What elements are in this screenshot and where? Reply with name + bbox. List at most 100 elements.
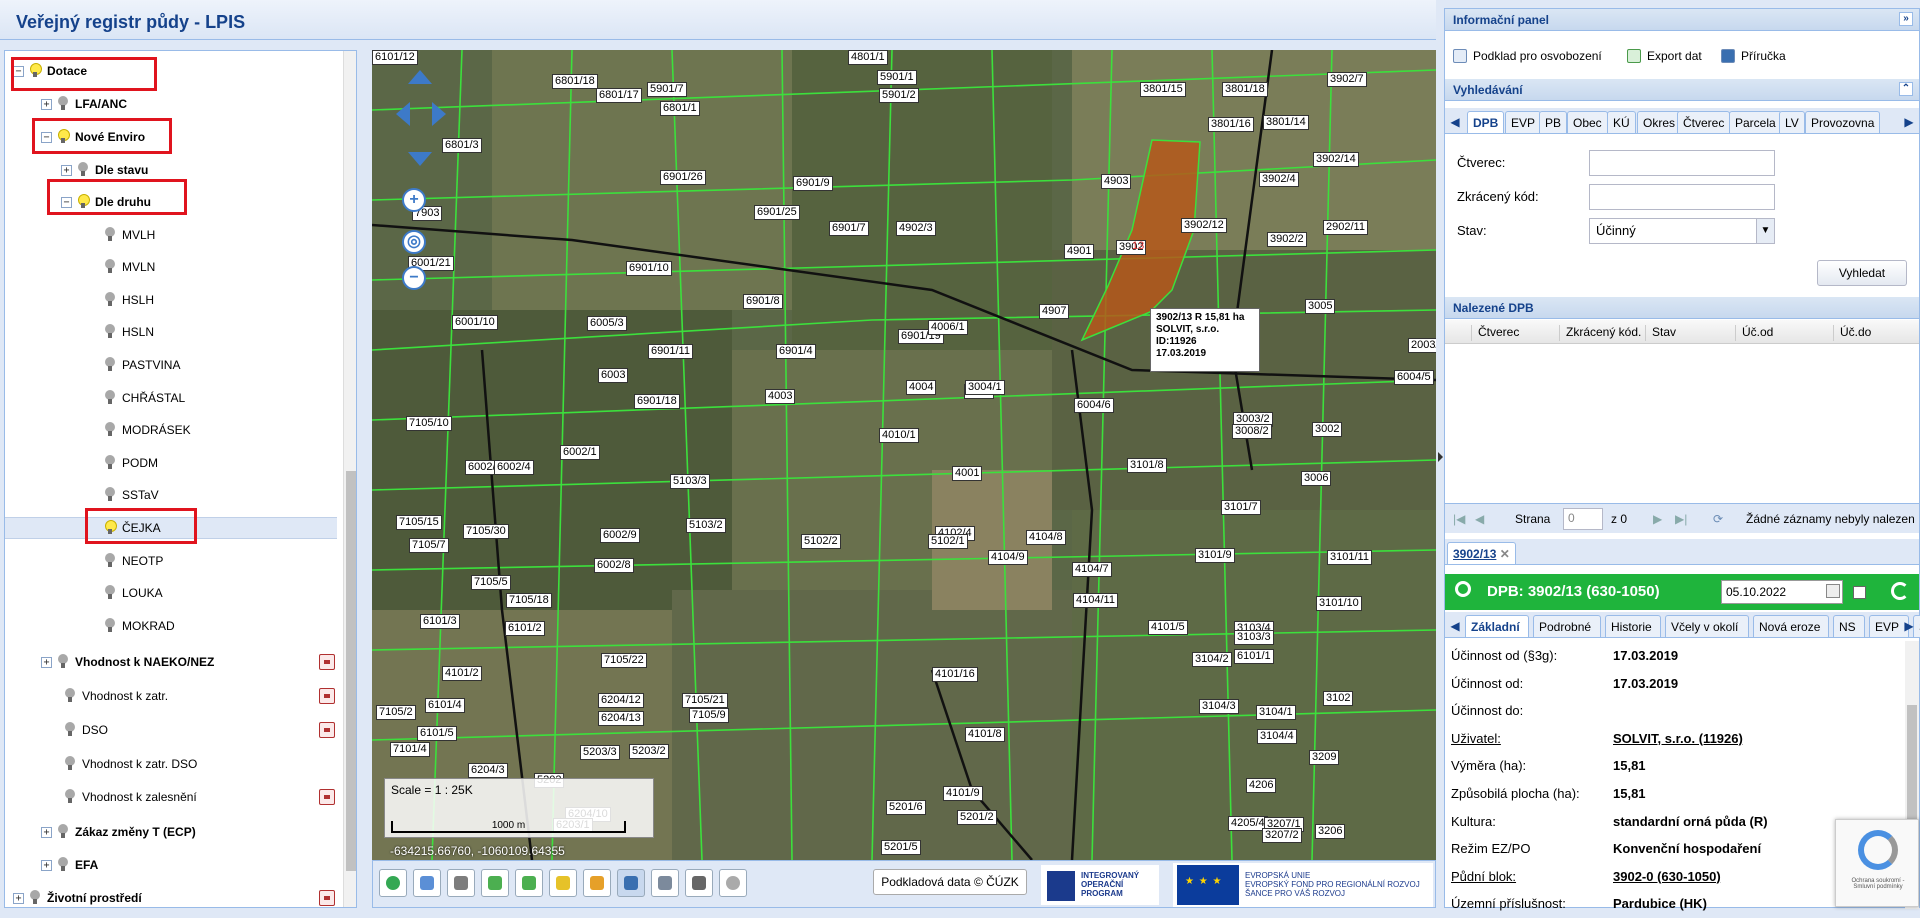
parcel-label[interactable]: 6801/1 bbox=[660, 101, 700, 116]
tab-search-0[interactable]: DPB bbox=[1467, 111, 1505, 133]
parcel-label[interactable]: 6901/25 bbox=[754, 205, 800, 220]
parcel-label[interactable]: 6901/9 bbox=[793, 176, 833, 191]
parcel-label[interactable]: 3002 bbox=[1312, 422, 1343, 437]
collapse-up-icon[interactable]: ⌃ bbox=[1899, 82, 1913, 96]
parcel-label[interactable]: 3801/16 bbox=[1208, 117, 1254, 132]
parcel-label[interactable]: 3801/18 bbox=[1222, 82, 1268, 97]
refresh-icon[interactable] bbox=[379, 869, 407, 897]
parcel-label[interactable]: 3008/2 bbox=[1232, 424, 1272, 439]
col-kod[interactable]: Zkrácený kód. bbox=[1559, 325, 1641, 341]
parcel-label[interactable]: 3004/1 bbox=[965, 380, 1005, 395]
parcel-label[interactable]: 6801/3 bbox=[442, 138, 482, 153]
parcel-label[interactable]: 4006/1 bbox=[928, 320, 968, 335]
parcel-label[interactable]: 6901/8 bbox=[743, 294, 783, 309]
parcel-label[interactable]: 4903 bbox=[1101, 174, 1132, 189]
parcel-label[interactable]: 3104/3 bbox=[1199, 699, 1239, 714]
tree-node[interactable]: MODRÁSEK bbox=[105, 419, 191, 441]
parcel-label[interactable]: 6002/9 bbox=[600, 528, 640, 543]
parcel-label[interactable]: 7101/4 bbox=[390, 742, 430, 757]
next-page-icon[interactable]: ▶ bbox=[1653, 512, 1662, 526]
parcel-label[interactable]: 3006 bbox=[1301, 471, 1332, 486]
print-icon[interactable] bbox=[685, 869, 713, 897]
parcel-label[interactable]: 5203/2 bbox=[629, 744, 669, 759]
parcel-label[interactable]: 3103/3 bbox=[1234, 630, 1274, 645]
pager-page-input[interactable]: 0 bbox=[1563, 508, 1603, 530]
podklad-button[interactable]: Podklad pro osvobození bbox=[1453, 49, 1602, 63]
parcel-label[interactable]: 7105/7 bbox=[409, 538, 449, 553]
zoom-out-icon[interactable]: − bbox=[402, 266, 426, 290]
col-stav[interactable]: Stav bbox=[1645, 325, 1676, 341]
parcel-label[interactable]: 3902/2 bbox=[1267, 232, 1307, 247]
tree-node[interactable]: + LFA/ANC bbox=[41, 93, 127, 115]
parcel-label[interactable]: 6002/8 bbox=[594, 558, 634, 573]
export-icon[interactable] bbox=[651, 869, 679, 897]
parcel-label[interactable]: 3902/14 bbox=[1313, 152, 1359, 167]
parcel-label[interactable]: 5102/1 bbox=[928, 534, 968, 549]
parcel-label[interactable]: 4206 bbox=[1246, 778, 1277, 793]
detail-tabs-left-icon[interactable]: ◀ bbox=[1447, 616, 1463, 636]
parcel-label[interactable]: 3104/1 bbox=[1256, 705, 1296, 720]
parcel-label[interactable]: 4907 bbox=[1039, 304, 1070, 319]
detail-key[interactable]: Půdní blok: bbox=[1451, 869, 1516, 884]
parcel-label[interactable]: 2003/3 bbox=[1408, 338, 1436, 353]
parcel-label[interactable]: 6901/11 bbox=[648, 344, 693, 359]
tab-detail-1[interactable]: Podrobné bbox=[1533, 615, 1601, 637]
tree-node[interactable]: LOUKA bbox=[105, 582, 163, 604]
ctverec-input[interactable] bbox=[1589, 150, 1775, 176]
parcel-label[interactable]: 5901/7 bbox=[647, 82, 687, 97]
parcel-label[interactable]: 4101/8 bbox=[965, 727, 1005, 742]
lightbulb-icon[interactable] bbox=[58, 96, 68, 112]
tree-node[interactable]: Vhodnost k zatr. bbox=[65, 685, 168, 707]
parcel-label[interactable]: 4902/3 bbox=[896, 221, 936, 236]
parcel-label[interactable]: 3005 bbox=[1305, 299, 1336, 314]
parcel-label[interactable]: 3801/14 bbox=[1263, 115, 1309, 130]
parcel-label[interactable]: 3104/4 bbox=[1257, 729, 1297, 744]
close-icon[interactable]: ✕ bbox=[1500, 547, 1510, 561]
parcel-label[interactable]: 5901/1 bbox=[877, 70, 917, 85]
recaptcha-badge[interactable]: Ochrana soukromí - Smluvní podmínky bbox=[1835, 819, 1919, 907]
tree-node[interactable]: + EFA bbox=[41, 854, 98, 876]
expand-icon[interactable]: + bbox=[13, 892, 24, 904]
lightbulb-icon[interactable] bbox=[105, 324, 115, 340]
parcel-label[interactable]: 2902/11 bbox=[1323, 220, 1368, 235]
tree-node[interactable]: CHŘÁSTAL bbox=[105, 387, 185, 409]
parcel-label[interactable]: 3102 bbox=[1323, 691, 1354, 706]
detail-value[interactable]: 3902-0 (630-1050) bbox=[1613, 869, 1721, 884]
parcel-label[interactable]: 4104/11 bbox=[1073, 593, 1118, 608]
identify-icon[interactable] bbox=[617, 869, 645, 897]
pan-right-icon[interactable] bbox=[432, 102, 446, 126]
parcel-label[interactable]: 6901/4 bbox=[776, 344, 816, 359]
col-ctverec[interactable]: Čtverec bbox=[1471, 325, 1519, 341]
parcel-label[interactable]: 3104/2 bbox=[1192, 652, 1232, 667]
lightbulb-icon[interactable] bbox=[58, 824, 68, 840]
expand-icon[interactable]: + bbox=[61, 164, 72, 176]
lightbulb-icon[interactable] bbox=[65, 688, 75, 704]
zoom-in-icon[interactable]: + bbox=[402, 188, 426, 212]
lightbulb-icon[interactable] bbox=[65, 789, 75, 805]
zoom-box-icon[interactable] bbox=[413, 869, 441, 897]
parcel-label[interactable]: 5203/3 bbox=[580, 745, 620, 760]
parcel-label[interactable]: 6901/18 bbox=[634, 394, 680, 409]
tree-node[interactable]: Vhodnost k zatr. DSO bbox=[65, 753, 197, 775]
parcel-label[interactable]: 4101/2 bbox=[442, 666, 482, 681]
tabs-left-icon[interactable]: ◀ bbox=[1447, 112, 1463, 132]
tab-detail-3[interactable]: Včely v okolí bbox=[1665, 615, 1749, 637]
forward-icon[interactable] bbox=[515, 869, 543, 897]
checkbox[interactable] bbox=[1853, 586, 1866, 599]
parcel-label[interactable]: 3902/4 bbox=[1259, 172, 1299, 187]
parcel-label[interactable]: 5901/2 bbox=[879, 88, 919, 103]
parcel-label[interactable]: 7105/30 bbox=[463, 524, 509, 539]
measure-icon[interactable] bbox=[549, 869, 577, 897]
lightbulb-icon[interactable] bbox=[65, 722, 75, 738]
parcel-label[interactable]: 6004/5 bbox=[1394, 370, 1434, 385]
parcel-label[interactable]: 6005/3 bbox=[587, 316, 627, 331]
tab-search-9[interactable]: Provozovna bbox=[1805, 111, 1881, 133]
tab-detail-2[interactable]: Historie bbox=[1605, 615, 1661, 637]
col-ucod[interactable]: Úč.od bbox=[1735, 325, 1773, 341]
parcel-label[interactable]: 4004 bbox=[906, 380, 937, 395]
parcel-label[interactable]: 7105/18 bbox=[506, 593, 552, 608]
prirucka-button[interactable]: Příručka bbox=[1721, 49, 1786, 63]
tab-search-8[interactable]: LV bbox=[1779, 111, 1805, 133]
parcel-label[interactable]: 6204/3 bbox=[468, 763, 508, 778]
parcel-label[interactable]: 6101/5 bbox=[417, 726, 457, 741]
